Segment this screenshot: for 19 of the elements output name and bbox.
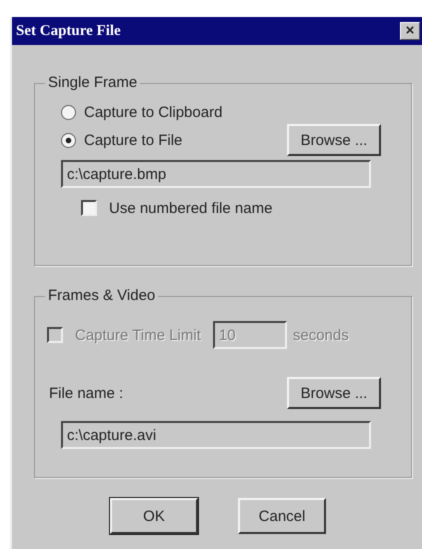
- text-field[interactable]: c:\capture.bmp: [61, 160, 371, 188]
- close-button[interactable]: ×: [400, 22, 420, 40]
- radio-button[interactable]: [61, 132, 76, 148]
- ok-button[interactable]: OK: [110, 498, 198, 534]
- radio-label: Capture to File: [84, 132, 182, 148]
- group-label: Single Frame: [45, 74, 140, 91]
- field-label: File name :: [49, 384, 124, 402]
- checkbox-label: Use numbered file name: [109, 200, 272, 216]
- checkbox-label: Capture Time Limit: [75, 326, 201, 344]
- checkbox[interactable]: [81, 200, 97, 216]
- unit-label: seconds: [292, 326, 349, 344]
- radio-label: Capture to Clipboard: [84, 104, 222, 120]
- number-field: 10: [212, 321, 287, 349]
- browse-button[interactable]: Browse ...: [287, 124, 381, 156]
- window-title: Set Capture File: [16, 22, 121, 40]
- text-field[interactable]: c:\capture.avi: [61, 421, 371, 449]
- browse-button[interactable]: Browse ...: [287, 377, 381, 409]
- cancel-button[interactable]: Cancel: [238, 498, 326, 534]
- radio-button[interactable]: [61, 104, 76, 120]
